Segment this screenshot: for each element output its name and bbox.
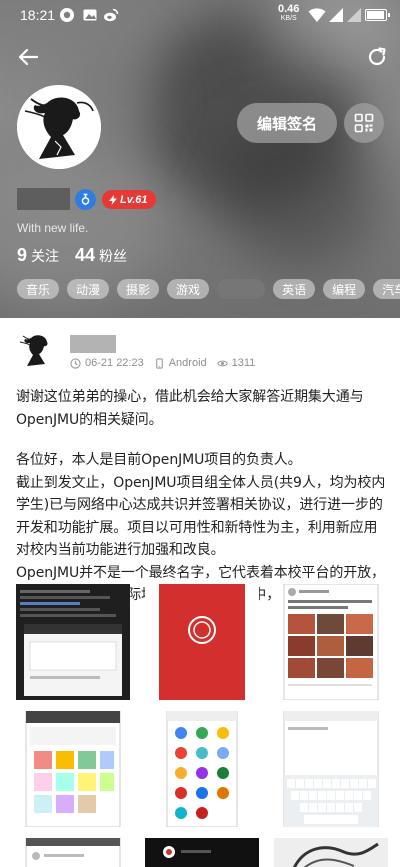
signal-icon [328, 7, 344, 23]
tag-photography[interactable]: 摄影 [117, 279, 160, 299]
arrow-left-icon [18, 48, 39, 66]
post-views: 1311 [216, 357, 255, 369]
post-author-avatar[interactable] [17, 330, 57, 370]
post-author-redacted[interactable] [70, 335, 116, 353]
image-thumbnail[interactable] [16, 838, 130, 867]
refresh-icon [368, 47, 386, 66]
battery-level [367, 11, 384, 19]
avatar-illustration [17, 85, 101, 169]
back-button[interactable] [15, 44, 41, 70]
tag-redacted[interactable] [217, 279, 266, 299]
image-thumbnail[interactable] [16, 584, 130, 700]
screenshot-app-grid [166, 711, 238, 827]
image-thumbnail[interactable] [145, 838, 259, 867]
tag-music[interactable]: 音乐 [17, 279, 60, 299]
qr-code-button[interactable] [344, 103, 384, 143]
clock-icon [70, 357, 81, 369]
image-thumbnail[interactable] [274, 711, 388, 827]
weibo-icon [103, 7, 119, 23]
follow-stats: 9 关注 44 粉丝 [17, 245, 143, 266]
profile-avatar[interactable] [17, 85, 101, 169]
screenshot-partial [145, 838, 259, 867]
screenshot-partial [25, 838, 121, 867]
interest-tags: 音乐 动漫 摄影 游戏 英语 编程 汽车 [17, 279, 400, 299]
app-notification-icon [59, 7, 75, 23]
profile-header: 18:21 0.46 KB/S 编辑签名 Lv.61 With new life… [0, 0, 400, 318]
refresh-button[interactable] [364, 44, 390, 70]
screenshot-splash [145, 584, 259, 700]
image-thumbnail[interactable] [145, 711, 259, 827]
following-label[interactable]: 关注 [31, 246, 59, 266]
level-badge: Lv.61 [102, 190, 156, 209]
post-device: Android [154, 357, 207, 369]
image-thumbnail[interactable] [274, 584, 388, 700]
followers-count[interactable]: 44 [75, 245, 95, 266]
gender-badge [75, 189, 96, 210]
battery-icon [365, 9, 390, 21]
edit-signature-button[interactable]: 编辑签名 [237, 103, 337, 143]
tag-cars[interactable]: 汽车 [373, 279, 400, 299]
image-thumbnail[interactable] [274, 838, 388, 867]
signal-x-icon [346, 7, 362, 23]
tag-english[interactable]: 英语 [273, 279, 316, 299]
screenshot-app-center [25, 711, 121, 827]
profile-signature: With new life. [17, 221, 89, 235]
eye-icon [216, 360, 228, 366]
screenshot-partial [274, 838, 388, 867]
post-card[interactable]: 06-21 22:23 Android 1311 谢谢这位弟弟的操心，借此机会给… [0, 318, 400, 867]
post-paragraph: 各位好，本人是目前OpenJMU项目的负责人。 [16, 452, 302, 468]
post-meta: 06-21 22:23 Android 1311 [70, 357, 265, 369]
network-speed: 0.46 KB/S [278, 3, 300, 23]
male-icon [81, 193, 90, 205]
phone-icon [155, 357, 163, 369]
post-paragraph: 谢谢这位弟弟的操心，借此机会给大家解答近期集大通与OpenJMU的相关疑问。 [16, 389, 364, 428]
username-redacted [17, 188, 70, 210]
followers-label[interactable]: 粉丝 [99, 246, 127, 266]
status-time: 18:21 [20, 7, 56, 23]
screenshot-photo-post [283, 584, 379, 700]
qr-code-icon [354, 113, 374, 133]
post-time: 06-21 22:23 [70, 357, 144, 369]
screenshot-keyboard [283, 711, 379, 827]
following-count[interactable]: 9 [17, 245, 27, 266]
status-bar: 18:21 0.46 KB/S [0, 0, 400, 30]
post-paragraph: 截止到发文止，OpenJMU项目组全体人员(共9人，均为校内学生)已与网络中心达… [16, 474, 386, 559]
tag-games[interactable]: 游戏 [167, 279, 210, 299]
tag-anime[interactable]: 动漫 [67, 279, 110, 299]
wifi-icon [308, 7, 326, 23]
tag-programming[interactable]: 编程 [323, 279, 366, 299]
level-text: Lv.61 [120, 193, 148, 206]
bolt-icon [109, 194, 117, 205]
image-thumbnail[interactable] [16, 711, 130, 827]
gallery-icon [82, 7, 98, 23]
screenshot-dark-detail [16, 584, 130, 700]
image-thumbnail[interactable] [145, 584, 259, 700]
avatar-illustration [17, 330, 57, 370]
